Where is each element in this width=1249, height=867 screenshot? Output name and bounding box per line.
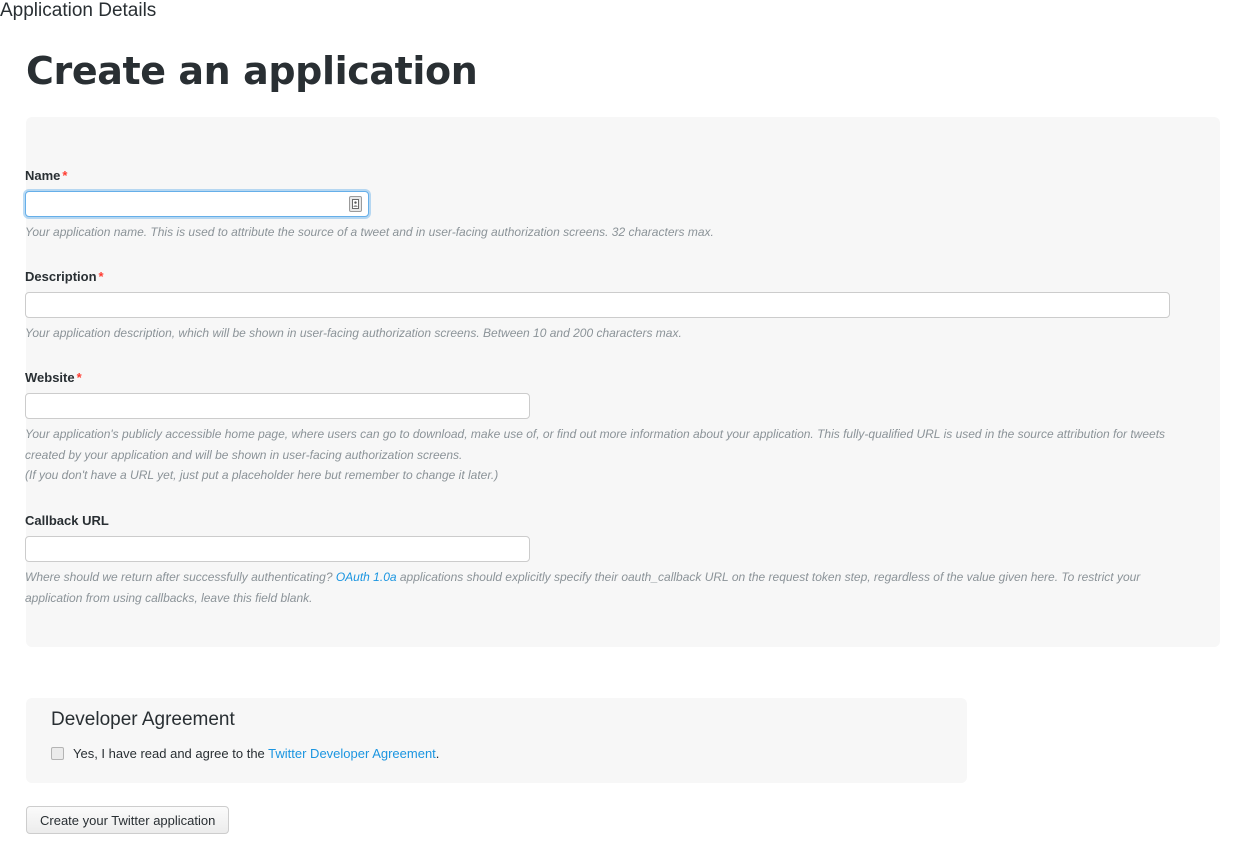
name-required-marker: *	[62, 168, 67, 183]
contact-card-icon[interactable]	[349, 196, 362, 212]
callback-help-prefix: Where should we return after successfull…	[25, 570, 336, 584]
name-help-text: Your application name. This is used to a…	[25, 222, 714, 243]
description-label: Description*	[25, 269, 1170, 285]
developer-agreement-heading: Developer Agreement	[51, 709, 235, 731]
agree-checkbox[interactable]	[51, 747, 64, 760]
create-application-button[interactable]: Create your Twitter application	[26, 806, 229, 834]
description-label-text: Description	[25, 269, 97, 284]
website-label-text: Website	[25, 370, 75, 385]
callback-url-help-text: Where should we return after successfull…	[25, 567, 1170, 608]
twitter-developer-agreement-link[interactable]: Twitter Developer Agreement	[268, 746, 436, 761]
page-title: Create an application	[26, 47, 477, 95]
callback-url-label-text: Callback URL	[25, 513, 109, 528]
field-name: Name* Your application name. This is use…	[25, 168, 714, 243]
callback-url-label: Callback URL	[25, 513, 1170, 529]
name-label: Name*	[25, 168, 714, 184]
website-input[interactable]	[25, 393, 530, 419]
agree-suffix-text: .	[436, 746, 440, 761]
description-help-text: Your application description, which will…	[25, 323, 1170, 344]
website-help-line-1: Your application's publicly accessible h…	[25, 427, 1165, 441]
oauth-1-0a-link[interactable]: OAuth 1.0a	[336, 570, 397, 584]
website-label: Website*	[25, 370, 1170, 386]
create-application-page: Create an application Application Detail…	[0, 0, 1249, 867]
field-description: Description* Your application descriptio…	[25, 269, 1170, 344]
website-help-text: Your application's publicly accessible h…	[25, 424, 1170, 486]
developer-agreement-panel: Developer Agreement Yes, I have read and…	[26, 698, 967, 783]
field-callback-url: Callback URL Where should we return afte…	[25, 513, 1170, 608]
website-required-marker: *	[77, 370, 82, 385]
description-input[interactable]	[25, 292, 1170, 318]
agree-label: Yes, I have read and agree to the Twitte…	[73, 745, 439, 762]
name-input[interactable]	[25, 191, 369, 217]
application-details-heading: Application Details	[0, 0, 1249, 22]
website-help-line-3: (If you don't have a URL yet, just put a…	[25, 468, 498, 482]
field-website: Website* Your application's publicly acc…	[25, 370, 1170, 486]
developer-agreement-row: Yes, I have read and agree to the Twitte…	[51, 745, 439, 762]
website-help-line-2: created by your application and will be …	[25, 448, 462, 462]
name-input-wrapper	[25, 191, 369, 217]
agree-prefix-text: Yes, I have read and agree to the	[73, 746, 268, 761]
name-label-text: Name	[25, 168, 60, 183]
description-required-marker: *	[99, 269, 104, 284]
callback-url-input[interactable]	[25, 536, 530, 562]
